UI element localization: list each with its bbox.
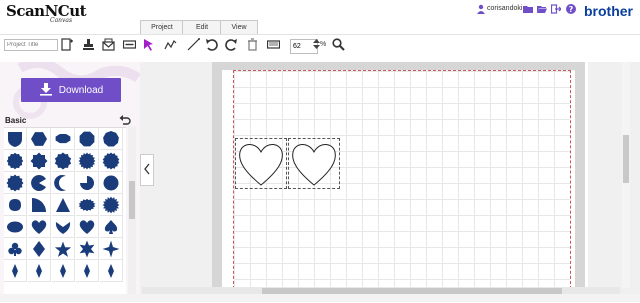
shape-wavy-hexagon-icon[interactable] bbox=[52, 150, 75, 172]
download-button[interactable]: Download bbox=[21, 78, 121, 102]
palette-scroll-thumb[interactable] bbox=[129, 181, 135, 219]
shape-heart-round-icon[interactable] bbox=[4, 216, 27, 238]
tab-view[interactable]: View bbox=[220, 20, 258, 34]
shape-heart-narrow-icon[interactable] bbox=[28, 216, 51, 238]
shape-diamond-icon[interactable] bbox=[28, 238, 51, 260]
divider bbox=[0, 34, 640, 35]
ruler-top bbox=[222, 62, 575, 70]
shape-octagon-icon[interactable] bbox=[76, 128, 99, 150]
stamp-icon[interactable] bbox=[81, 37, 95, 51]
tab-edit[interactable]: Edit bbox=[182, 20, 222, 34]
ruler-right bbox=[575, 62, 585, 294]
project-title-input[interactable] bbox=[4, 39, 58, 51]
redo-icon[interactable] bbox=[224, 37, 238, 51]
shape-shield-icon[interactable] bbox=[4, 128, 27, 150]
shape-wavy-circle-icon[interactable] bbox=[4, 150, 27, 172]
shape-spade-icon[interactable] bbox=[100, 216, 123, 238]
shape-quarter-circle-icon[interactable] bbox=[76, 172, 99, 194]
folder-open-icon[interactable] bbox=[537, 4, 547, 14]
folder-icon[interactable] bbox=[523, 4, 533, 14]
shape-seal-16-icon[interactable] bbox=[100, 150, 123, 172]
line-icon[interactable] bbox=[186, 37, 200, 51]
shape-pacman-icon[interactable] bbox=[28, 172, 51, 194]
shape-palette bbox=[4, 127, 126, 303]
svg-text:?: ? bbox=[569, 5, 574, 14]
shape-cell[interactable] bbox=[76, 260, 99, 282]
shape-ellipse-icon[interactable] bbox=[52, 128, 75, 150]
shape-flower-8-icon[interactable] bbox=[28, 150, 51, 172]
shape-heart-wide-icon[interactable] bbox=[52, 216, 75, 238]
shape-quarter-pie-icon[interactable] bbox=[28, 194, 51, 216]
canvas-heart-2[interactable] bbox=[288, 138, 340, 189]
download-label: Download bbox=[58, 84, 104, 96]
header: ScanNCut Canvas Project Edit View corisa… bbox=[0, 0, 640, 62]
shape-star-6-icon[interactable] bbox=[76, 238, 99, 260]
undo-icon[interactable] bbox=[204, 37, 218, 51]
shape-hexagon-icon[interactable] bbox=[28, 128, 51, 150]
username[interactable]: corisandoki bbox=[487, 5, 522, 12]
shape-badge-icon[interactable] bbox=[4, 172, 27, 194]
select-arrow-icon[interactable] bbox=[142, 37, 156, 51]
transfer-icon[interactable] bbox=[122, 37, 136, 51]
ruler-left bbox=[212, 62, 222, 294]
shape-star-5-icon[interactable] bbox=[52, 238, 75, 260]
logo-main: ScanNCut bbox=[6, 2, 87, 20]
brand-logo: brother bbox=[584, 3, 633, 19]
shape-sun-seal-icon[interactable] bbox=[100, 194, 123, 216]
heart-shape bbox=[239, 144, 283, 186]
trash-icon[interactable] bbox=[245, 37, 259, 51]
shape-crescent-icon[interactable] bbox=[52, 172, 75, 194]
zoom-stepper-icon[interactable] bbox=[312, 38, 320, 50]
canvas-vertical-scroll-thumb[interactable] bbox=[623, 135, 629, 183]
download-icon bbox=[39, 82, 53, 99]
pen-icon[interactable] bbox=[163, 37, 177, 51]
keyboard-icon[interactable] bbox=[266, 37, 280, 51]
user-icon bbox=[476, 4, 486, 14]
shape-club-icon[interactable] bbox=[4, 238, 27, 260]
shape-cell[interactable] bbox=[4, 260, 27, 282]
app-logo: ScanNCut Canvas bbox=[6, 2, 87, 26]
signout-icon[interactable] bbox=[550, 4, 562, 14]
chevron-left-icon bbox=[144, 163, 150, 178]
shape-rounded-leaf-icon[interactable] bbox=[4, 194, 27, 216]
shape-star-4-icon[interactable] bbox=[100, 238, 123, 260]
shape-nonagon-icon[interactable] bbox=[100, 128, 123, 150]
zoom-unit: % bbox=[320, 41, 327, 48]
shape-cell[interactable] bbox=[28, 260, 51, 282]
category-label: Basic bbox=[5, 116, 27, 125]
shape-starburst-icon[interactable] bbox=[76, 150, 99, 172]
shape-scallop-oval-icon[interactable] bbox=[76, 194, 99, 216]
mail-icon[interactable] bbox=[101, 37, 115, 51]
shape-cell[interactable] bbox=[100, 260, 123, 282]
shape-circle-icon[interactable] bbox=[100, 172, 123, 194]
shape-cell[interactable] bbox=[52, 260, 75, 282]
shape-heart-icon[interactable] bbox=[76, 216, 99, 238]
tab-project[interactable]: Project bbox=[140, 20, 184, 34]
help-icon[interactable]: ? bbox=[566, 4, 576, 14]
status-bar bbox=[0, 294, 640, 302]
add-page-icon[interactable] bbox=[60, 37, 74, 51]
magnify-icon[interactable] bbox=[331, 37, 345, 51]
shape-triangle-icon[interactable] bbox=[52, 194, 75, 216]
collapse-panel-button[interactable] bbox=[140, 154, 154, 186]
logo-sub: Canvas bbox=[50, 17, 73, 24]
heart-shape bbox=[292, 144, 336, 186]
canvas-heart-1[interactable] bbox=[235, 138, 287, 189]
